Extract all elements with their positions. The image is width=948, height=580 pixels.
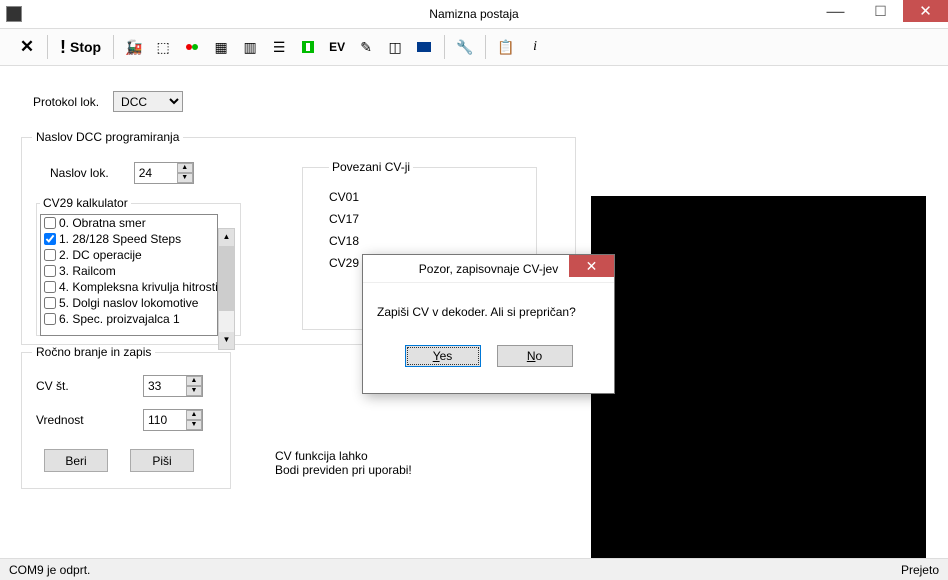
monitor-icon[interactable] <box>410 33 438 61</box>
cv29-group: CV29 kalkulator 0. Obratna smer 1. 28/12… <box>36 196 241 336</box>
toolbar-separator <box>444 35 445 59</box>
manual-legend: Ročno branje in zapis <box>32 345 155 359</box>
app-icon <box>6 6 22 22</box>
scroll-track[interactable] <box>219 246 234 332</box>
close-button[interactable]: ✕ <box>903 0 948 22</box>
list-icon[interactable]: ☰ <box>265 33 293 61</box>
spin-down-button[interactable]: ▼ <box>186 420 202 430</box>
write-button[interactable]: Piši <box>130 449 194 472</box>
turnout-icon[interactable]: ⬚ <box>149 33 177 61</box>
spin-up-button[interactable]: ▲ <box>186 410 202 420</box>
track-icon[interactable]: ▥ <box>236 33 264 61</box>
scroll-thumb[interactable] <box>219 246 234 311</box>
toolbar-separator <box>113 35 114 59</box>
cv29-checkbox-5[interactable] <box>44 297 56 309</box>
wrench-icon[interactable]: 🔧 <box>451 33 479 61</box>
stop-button[interactable]: !Stop <box>54 33 107 61</box>
read-button[interactable]: Beri <box>44 449 108 472</box>
dialog-body: Zapiši CV v dekoder. Ali si prepričan? Y… <box>363 283 614 367</box>
spin-down-button[interactable]: ▼ <box>177 173 193 183</box>
toolbar-close-button[interactable]: ✕ <box>13 33 41 61</box>
statusbar: COM9 je odprt. Prejeto <box>0 558 948 580</box>
dialog-close-button[interactable]: ✕ <box>569 255 614 277</box>
scroll-down-button[interactable]: ▼ <box>219 332 234 349</box>
status-left: COM9 je odprt. <box>9 563 90 577</box>
cv-val-label: Vrednost <box>36 413 84 427</box>
scrollbar[interactable]: ▲ ▼ <box>218 228 235 350</box>
window-title: Namizna postaja <box>0 7 948 21</box>
cv29-checkbox-2[interactable] <box>44 249 56 261</box>
cv29-item[interactable]: 3. Railcom <box>41 263 217 279</box>
ev-icon[interactable]: EV <box>323 33 351 61</box>
no-button[interactable]: No <box>497 345 573 367</box>
protocol-select[interactable]: DCC <box>113 91 183 112</box>
calendar-icon[interactable]: 📋 <box>492 33 520 61</box>
cv29-item[interactable]: 2. DC operacije <box>41 247 217 263</box>
stop-label: Stop <box>70 39 101 55</box>
spin-up-button[interactable]: ▲ <box>186 376 202 386</box>
address-group-legend: Naslov DCC programiranja <box>32 130 183 144</box>
cv29-legend: CV29 kalkulator <box>40 196 131 210</box>
toolbar-separator <box>485 35 486 59</box>
cv29-checkbox-4[interactable] <box>44 281 56 293</box>
status-right: Prejeto <box>901 563 939 577</box>
linked-cv-item: CV17 <box>329 208 536 230</box>
spin-down-button[interactable]: ▼ <box>186 386 202 396</box>
info-icon[interactable]: i <box>521 33 549 61</box>
edit-icon[interactable]: ✎ <box>352 33 380 61</box>
confirm-dialog: Pozor, zapisovnaje CV-jev ✕ Zapiši CV v … <box>362 254 615 394</box>
spin-up-button[interactable]: ▲ <box>177 163 193 173</box>
scroll-up-button[interactable]: ▲ <box>219 229 234 246</box>
grid-icon[interactable]: ▦ <box>207 33 235 61</box>
cv29-checkbox-6[interactable] <box>44 313 56 325</box>
cv29-checkbox-0[interactable] <box>44 217 56 229</box>
cv29-item[interactable]: 5. Dolgi naslov lokomotive <box>41 295 217 311</box>
linked-cv-item: CV01 <box>329 186 536 208</box>
dialog-message: Zapiši CV v dekoder. Ali si prepričan? <box>377 305 600 319</box>
toolbar: ✕ !Stop 🚂 ⬚ ▦ ▥ ☰ EV ✎ ◫ 🔧 📋 i <box>0 29 948 66</box>
protocol-label: Protokol lok. <box>33 95 99 109</box>
cv29-checkbox-1[interactable] <box>44 233 56 245</box>
loco-icon[interactable]: 🚂 <box>120 33 148 61</box>
minimize-button[interactable]: — <box>813 0 858 22</box>
status-icon[interactable] <box>294 33 322 61</box>
maximize-button[interactable]: ☐ <box>858 0 903 22</box>
yes-button[interactable]: Yes <box>405 345 481 367</box>
cv-num-label: CV št. <box>36 379 69 393</box>
dialog-titlebar[interactable]: Pozor, zapisovnaje CV-jev ✕ <box>363 255 614 283</box>
toolbar-separator <box>47 35 48 59</box>
linked-cv-item: CV18 <box>329 230 536 252</box>
cv29-item[interactable]: 0. Obratna smer <box>41 215 217 231</box>
preview-panel <box>591 196 926 571</box>
cv29-item[interactable]: 1. 28/128 Speed Steps <box>41 231 217 247</box>
cv29-item[interactable]: 6. Spec. proizvajalca 1 <box>41 311 217 327</box>
address-label: Naslov lok. <box>50 166 109 180</box>
cv29-list[interactable]: 0. Obratna smer 1. 28/128 Speed Steps 2.… <box>40 214 218 336</box>
signal-icon[interactable] <box>178 33 206 61</box>
manual-group: Ročno branje in zapis CV št. ▲▼ Vrednost… <box>21 345 231 489</box>
cv29-checkbox-3[interactable] <box>44 265 56 277</box>
titlebar: Namizna postaja — ☐ ✕ <box>0 0 948 29</box>
linked-cv-legend: Povezani CV-ji <box>329 160 413 174</box>
protocol-row: Protokol lok. DCC <box>21 91 927 112</box>
cv29-item[interactable]: 4. Kompleksna krivulja hitrosti <box>41 279 217 295</box>
tiles-icon[interactable]: ◫ <box>381 33 409 61</box>
warning-text: CV funkcija lahko Bodi previden pri upor… <box>275 449 412 477</box>
